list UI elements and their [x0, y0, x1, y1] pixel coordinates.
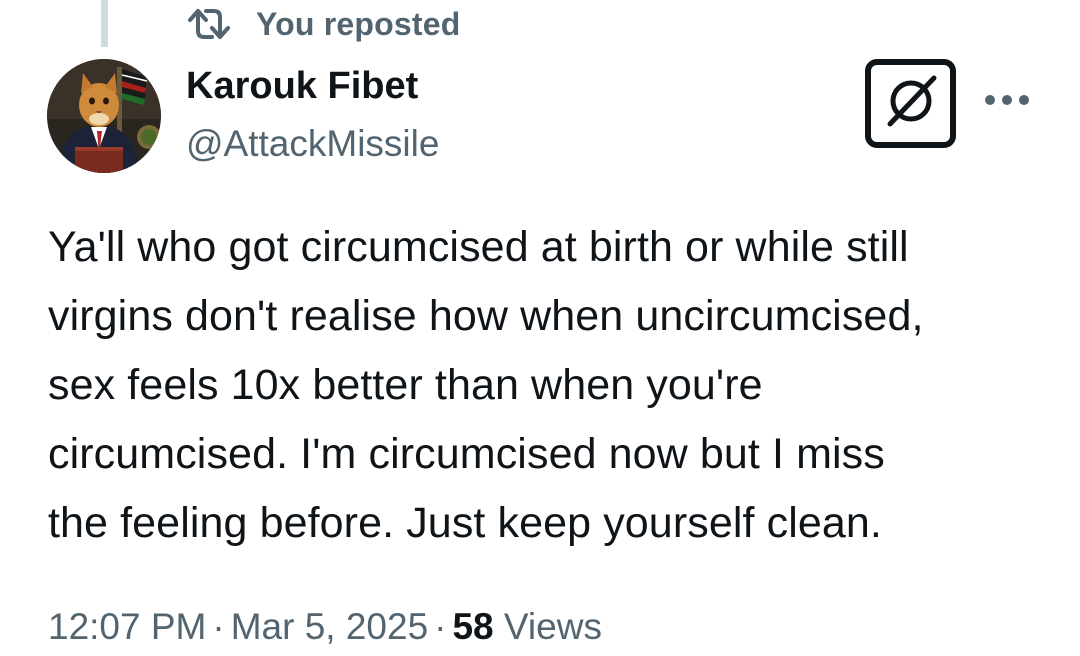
avatar[interactable] [47, 59, 161, 173]
grok-button[interactable] [865, 59, 956, 148]
more-icon [984, 93, 1030, 111]
social-context[interactable]: You reposted [186, 2, 461, 46]
author-handle[interactable]: @AttackMissile [186, 120, 439, 168]
tweet-text: Ya'll who got circumcised at birth or wh… [48, 223, 924, 547]
separator: · [434, 606, 447, 647]
views-label: Views [503, 606, 602, 647]
grok-icon [880, 70, 942, 137]
repost-label: You reposted [256, 5, 461, 42]
views-count: 58 [452, 606, 494, 647]
thread-connector-line [101, 0, 108, 47]
more-options-button[interactable] [982, 84, 1032, 120]
separator: · [212, 606, 225, 647]
repost-icon [186, 4, 232, 44]
tweet-time[interactable]: 12:07 PM [48, 606, 206, 647]
author-display-name[interactable]: Karouk Fibet [186, 62, 418, 110]
tweet-metadata: 12:07 PM · Mar 5, 2025 · 58 Views [48, 603, 602, 651]
tweet-date[interactable]: Mar 5, 2025 [231, 606, 428, 647]
